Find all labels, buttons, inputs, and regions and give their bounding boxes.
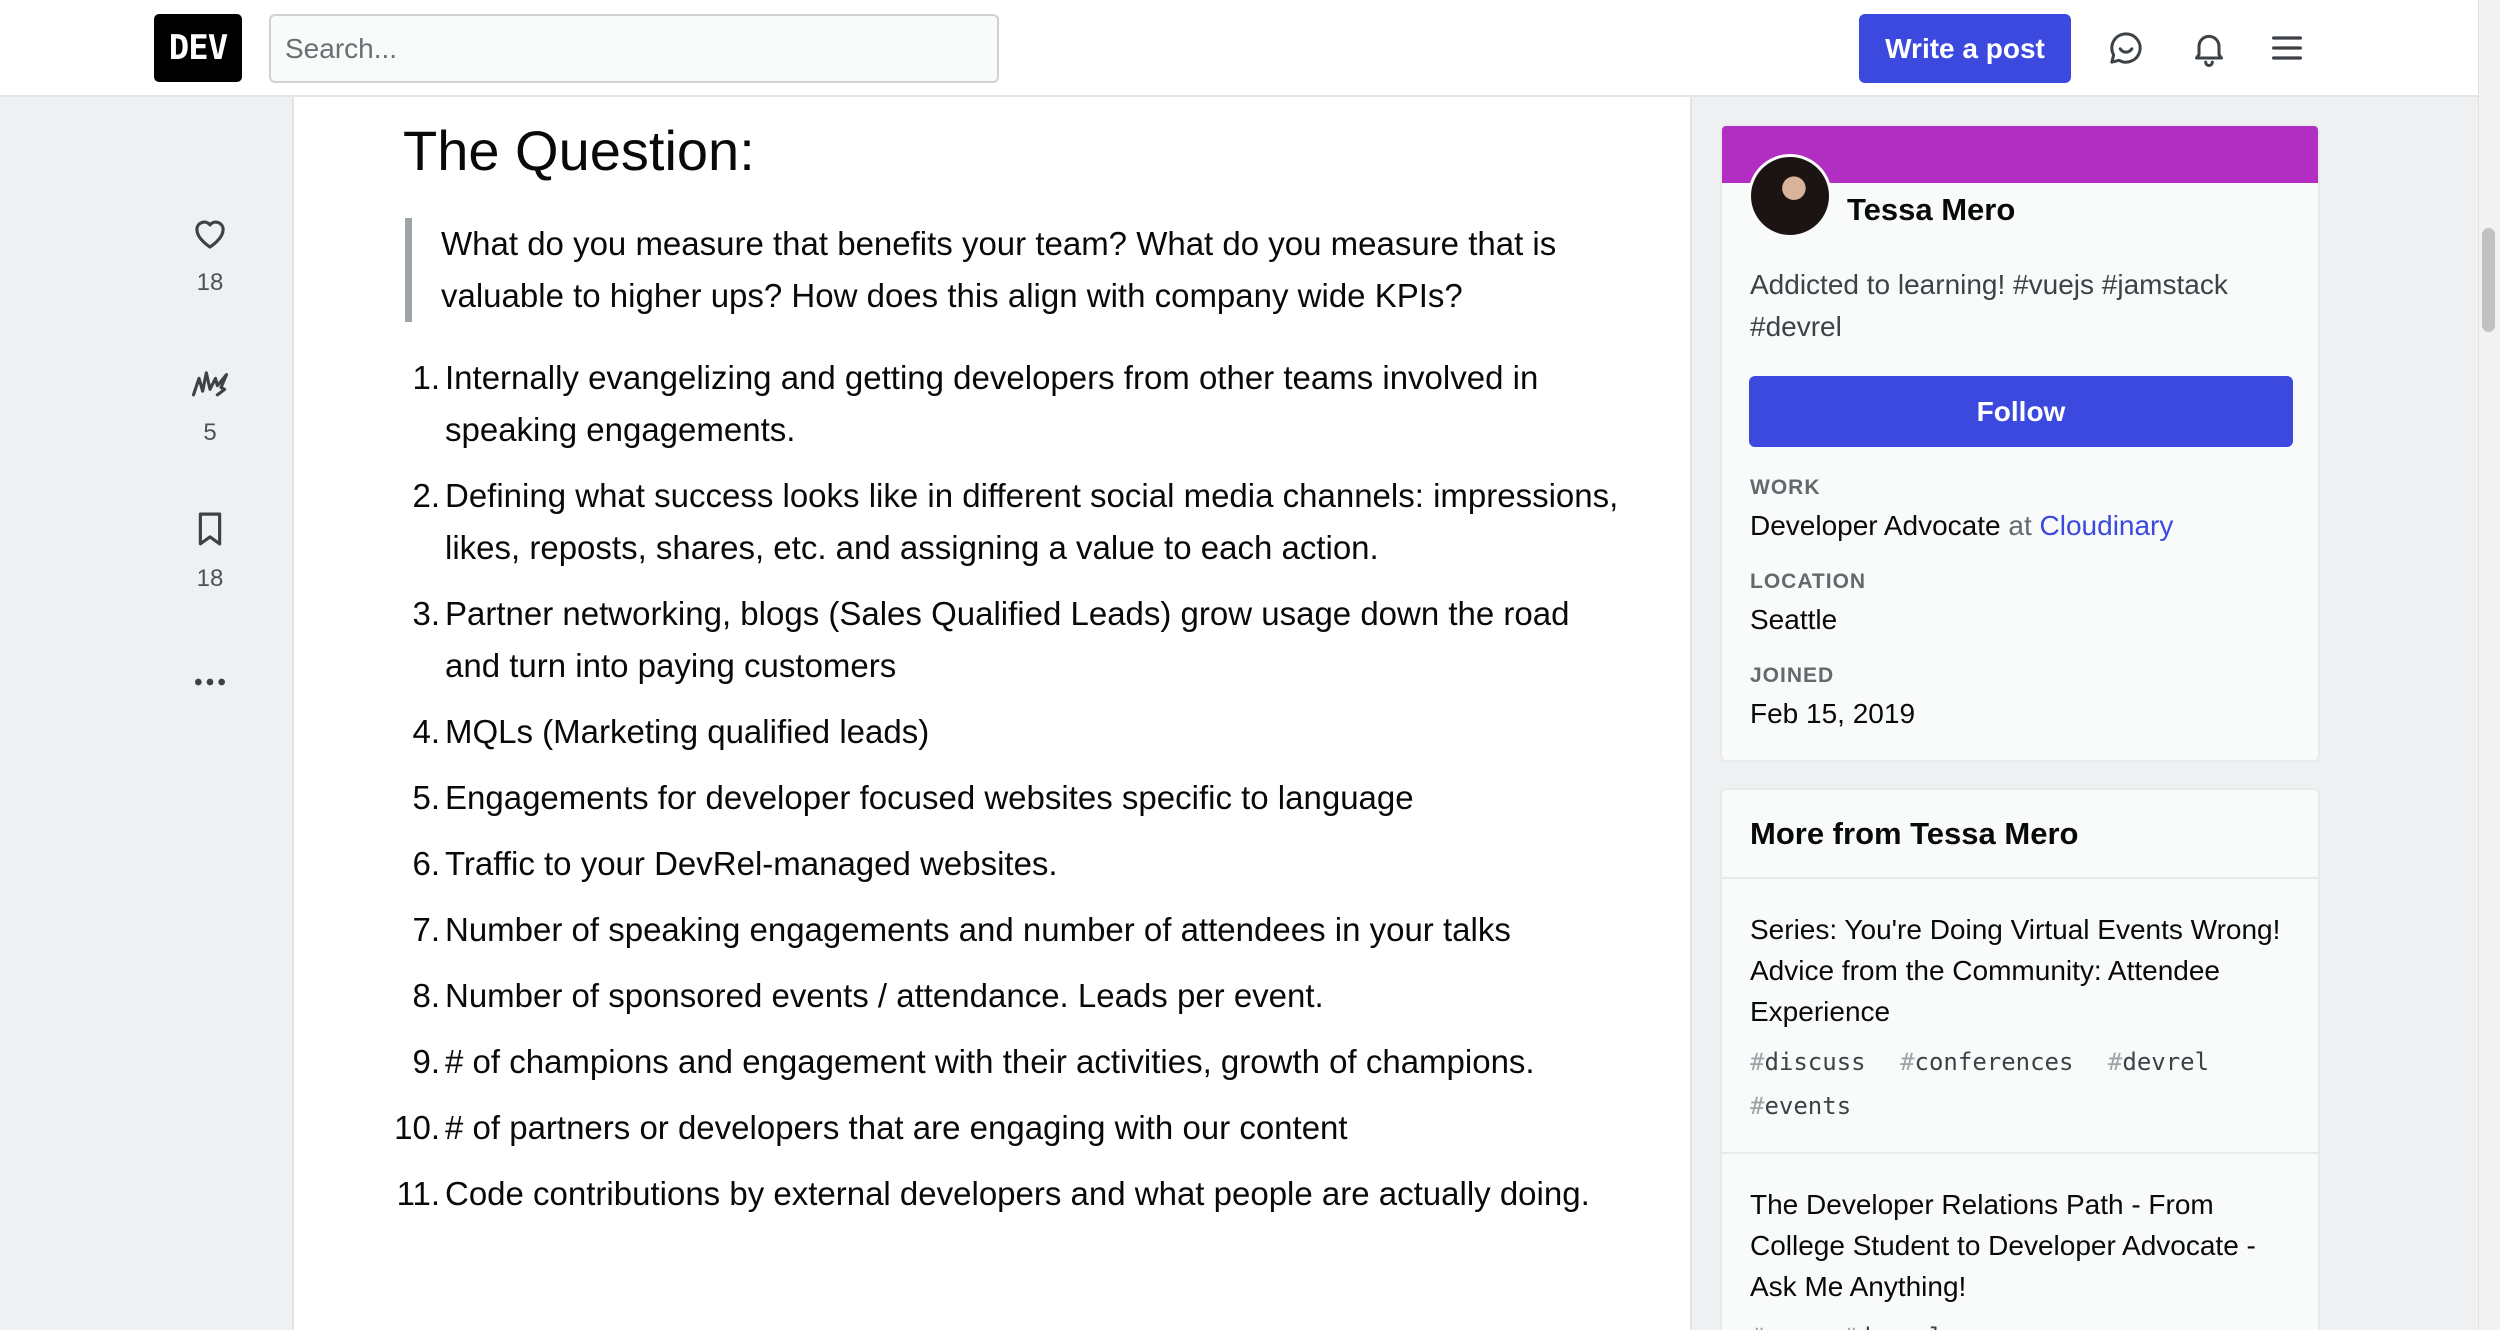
list-item: 2. Defining what success looks like in di… [412,477,1619,566]
more-post-title[interactable]: The Developer Relations Path - From Coll… [1750,1184,2290,1307]
list-item: 5. Engagements for developer focused webs… [412,779,1414,816]
author-bio: Addicted to learning! #vuejs #jamstack #… [1750,269,2228,342]
scrollbar-thumb[interactable] [2482,228,2495,332]
bookmark-icon [160,508,260,555]
more-from-title: More from Tessa Mero [1722,790,2318,879]
bookmark-reaction[interactable]: 18 [160,508,260,593]
tag-link[interactable]: #events [1750,1092,1851,1120]
more-from-author-card: More from Tessa Mero Series: You're Doin… [1720,788,2320,1330]
list-item: 11. Code contributions by external develo… [396,1175,1590,1212]
unicorn-count: 5 [203,419,217,446]
top-navbar: DEV Write a post [0,0,2478,97]
list-item: 4. MQLs (Marketing qualified leads) [412,713,930,750]
list-item: 7. Number of speaking engagements and num… [412,911,1511,948]
list-item: 1. Internally evangelizing and getting de… [412,359,1539,448]
like-reaction[interactable]: 18 [160,212,260,297]
section-heading: The Question: [403,119,755,182]
post-tags: #discuss #conferences #devrel #events [1750,1040,2290,1128]
work-value: Developer Advocate at Cloudinary [1750,510,2174,541]
unicorn-icon [160,360,260,409]
write-post-button[interactable]: Write a post [1859,14,2071,83]
joined-value: Feb 15, 2019 [1750,698,1916,729]
menu-icon[interactable] [2261,22,2313,74]
bookmark-count: 18 [196,565,224,592]
list-item: 8. Number of sponsored events / attendanc… [412,977,1324,1014]
more-post-item[interactable]: Series: You're Doing Virtual Events Wron… [1722,879,2318,1154]
connect-chat-icon[interactable] [2100,22,2152,74]
location-value: Seattle [1750,604,1838,635]
follow-button[interactable]: Follow [1749,376,2293,447]
list-item: 3. Partner networking, blogs (Sales Quali… [412,595,1570,684]
question-quote: What do you measure that benefits your t… [405,218,1585,322]
tag-link[interactable]: #ama [1750,1323,1808,1330]
company-link[interactable]: Cloudinary [2040,510,2174,541]
heart-icon [160,212,260,259]
page-scrollbar[interactable] [2478,0,2500,1330]
list-item: 9. # of champions and engagement with the… [412,1043,1535,1080]
tag-link[interactable]: #discuss [1750,1048,1866,1076]
more-options-icon[interactable] [160,662,260,707]
list-item: 10. # of partners or developers that are … [394,1109,1348,1146]
more-post-item[interactable]: The Developer Relations Path - From Coll… [1722,1154,2318,1330]
search-input[interactable] [269,14,999,83]
dev-logo[interactable]: DEV [154,14,242,82]
notifications-bell-icon[interactable] [2183,22,2235,74]
author-name[interactable]: Tessa Mero [1847,192,2015,228]
metrics-list: 1. Internally evangelizing and getting de… [380,352,1620,1234]
work-label: WORK [1750,476,1821,499]
joined-label: JOINED [1750,664,1835,687]
tag-link[interactable]: #devrel [1842,1323,1943,1330]
more-post-title[interactable]: Series: You're Doing Virtual Events Wron… [1750,909,2290,1032]
tag-link[interactable]: #conferences [1900,1048,2073,1076]
avatar[interactable] [1748,154,1832,238]
like-count: 18 [196,269,224,296]
author-profile-card: Tessa Mero Addicted to learning! #vuejs … [1720,124,2320,762]
tag-link[interactable]: #devrel [2108,1048,2209,1076]
post-tags: #ama #devrel [1750,1315,2290,1330]
location-label: LOCATION [1750,570,1867,593]
list-item: 6. Traffic to your DevRel-managed website… [412,845,1058,882]
unicorn-reaction[interactable]: 5 [160,360,260,447]
